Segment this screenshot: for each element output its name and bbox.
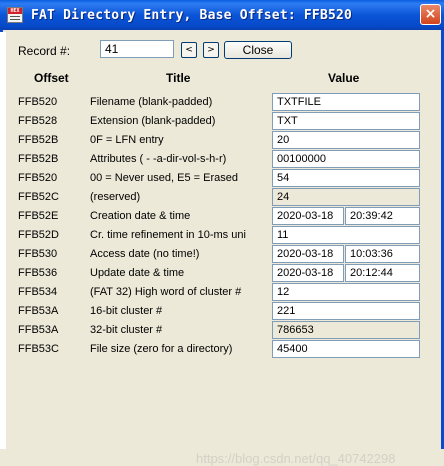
row-offset: FFB52B [18, 134, 59, 146]
row-value-field[interactable]: 11 [272, 226, 420, 244]
row-offset: FFB520 [18, 172, 58, 184]
next-record-button[interactable]: > [203, 42, 219, 58]
row-offset: FFB536 [18, 267, 58, 279]
row-value-field[interactable]: TXTFILE [272, 93, 420, 111]
hex-editor-icon: HEX [7, 7, 23, 23]
row-title: Extension (blank-padded) [90, 115, 216, 127]
prev-record-button[interactable]: < [181, 42, 197, 58]
row-value-field[interactable]: 12 [272, 283, 420, 301]
row-offset: FFB52B [18, 153, 59, 165]
record-label: Record #: [18, 44, 71, 58]
row-time-field[interactable]: 20:39:42 [345, 207, 420, 225]
offset-header: Offset [34, 71, 69, 85]
row-offset: FFB53C [18, 343, 59, 355]
row-value-field[interactable]: 45400 [272, 340, 420, 358]
value-header: Value [328, 71, 360, 85]
row-offset: FFB52D [18, 229, 59, 241]
row-value-field[interactable]: 2020-03-18 [272, 245, 344, 263]
icon-text: HEX [8, 8, 22, 14]
row-value-field[interactable]: 221 [272, 302, 420, 320]
row-offset: FFB530 [18, 248, 58, 260]
row-title: Filename (blank-padded) [90, 96, 213, 108]
row-title: 16-bit cluster # [90, 305, 163, 317]
record-number-input[interactable]: 41 [100, 40, 174, 58]
title-bar[interactable]: HEX FAT Directory Entry, Base Offset: FF… [0, 0, 444, 30]
row-title: 0F = LFN entry [90, 134, 164, 146]
row-title: (reserved) [90, 191, 141, 203]
row-title: 32-bit cluster # [90, 324, 163, 336]
row-title: Cr. time refinement in 10-ms uni [90, 229, 246, 241]
row-title: Update date & time [90, 267, 185, 279]
row-title: 00 = Never used, E5 = Erased [90, 172, 238, 184]
row-value-field: 786653 [272, 321, 420, 339]
row-title: (FAT 32) High word of cluster # [90, 286, 242, 298]
row-offset: FFB534 [18, 286, 58, 298]
row-offset: FFB52E [18, 210, 59, 222]
window-title: FAT Directory Entry, Base Offset: FFB520 [31, 8, 353, 23]
row-offset: FFB53A [18, 324, 59, 336]
row-value-field[interactable]: TXT [272, 112, 420, 130]
watermark: https://blog.csdn.net/qq_40742298 [196, 451, 396, 466]
dialog-content: Record #: 41 < > Close Offset Title Valu… [6, 30, 438, 466]
row-title: Creation date & time [90, 210, 191, 222]
row-offset: FFB53A [18, 305, 59, 317]
row-time-field[interactable]: 10:03:36 [345, 245, 420, 263]
row-value-field[interactable]: 20 [272, 131, 420, 149]
row-offset: FFB528 [18, 115, 58, 127]
row-value-field: 24 [272, 188, 420, 206]
row-offset: FFB520 [18, 96, 58, 108]
row-title: Attributes ( - -a-dir-vol-s-h-r) [90, 153, 227, 165]
window-close-button[interactable]: × [420, 4, 441, 25]
row-title: File size (zero for a directory) [90, 343, 233, 355]
row-time-field[interactable]: 20:12:44 [345, 264, 420, 282]
row-value-field[interactable]: 2020-03-18 [272, 207, 344, 225]
row-value-field[interactable]: 2020-03-18 [272, 264, 344, 282]
row-value-field[interactable]: 54 [272, 169, 420, 187]
close-button[interactable]: Close [224, 41, 292, 59]
row-offset: FFB52C [18, 191, 59, 203]
row-value-field[interactable]: 00100000 [272, 150, 420, 168]
title-header: Title [166, 71, 191, 85]
row-title: Access date (no time!) [90, 248, 200, 260]
